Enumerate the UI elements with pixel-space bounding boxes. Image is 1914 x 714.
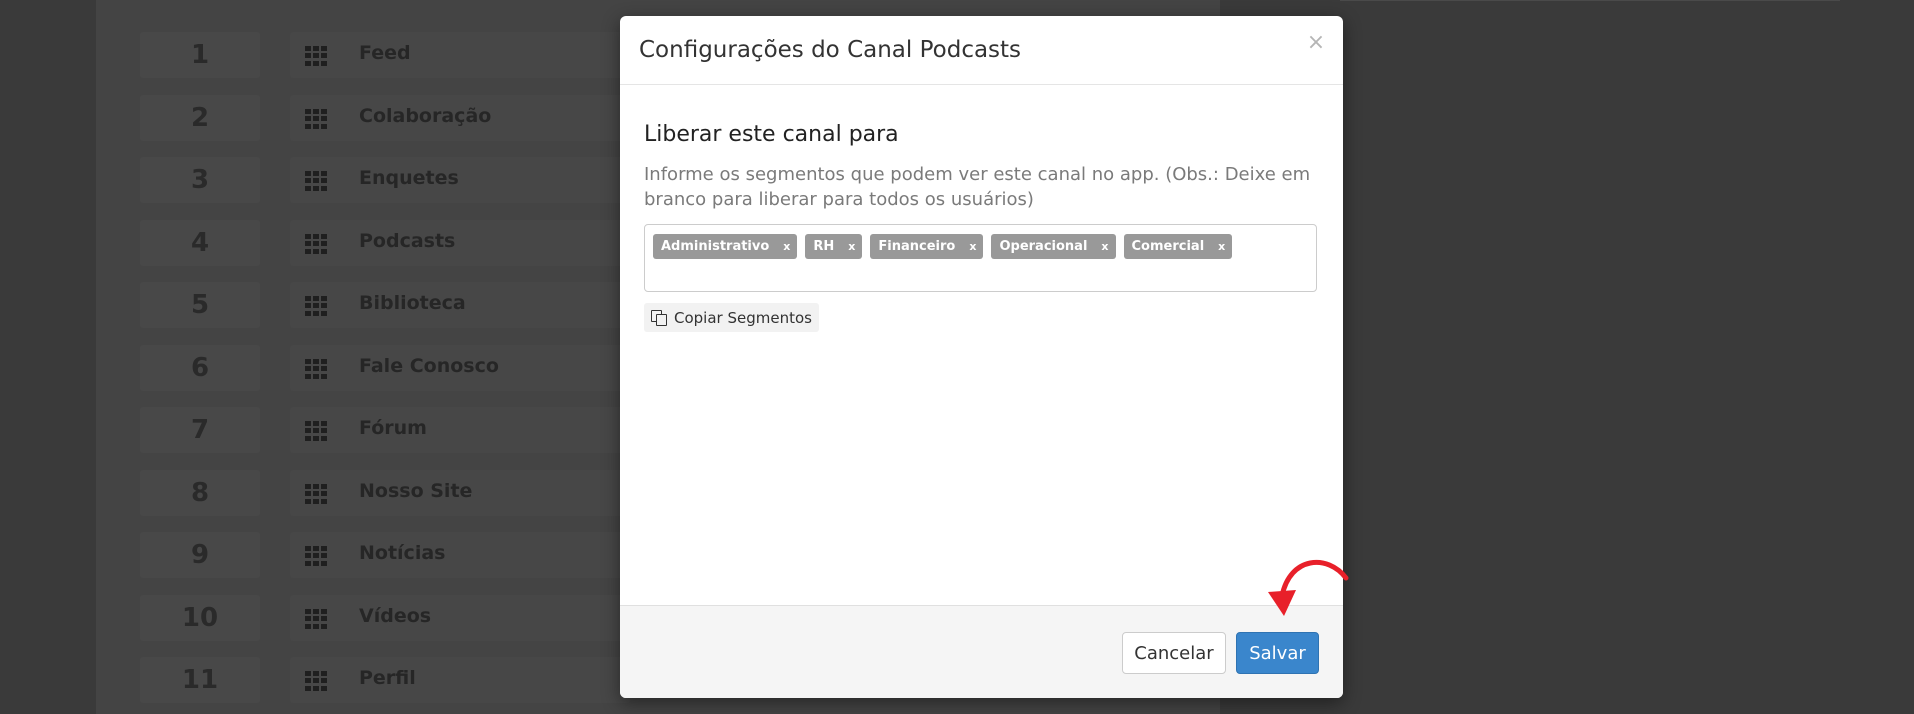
channel-name-cell	[290, 532, 630, 578]
channel-name: Nosso Site	[359, 480, 473, 502]
channel-order-number: 9	[140, 532, 260, 578]
grid-icon	[305, 609, 329, 629]
copy-segments-button[interactable]: Copiar Segmentos	[644, 303, 819, 332]
segment-tag-label: RH	[813, 239, 835, 254]
segment-tag: Comercial x	[1123, 234, 1233, 259]
modal-footer: Cancelar Salvar	[620, 605, 1343, 698]
channel-name-cell	[290, 32, 630, 78]
grid-icon	[305, 109, 329, 129]
copy-segments-label: Copiar Segmentos	[674, 308, 812, 327]
save-button[interactable]: Salvar	[1236, 632, 1319, 674]
grid-icon	[305, 234, 329, 254]
channel-name-cell	[290, 657, 630, 703]
background-divider	[1340, 0, 1840, 1]
grid-icon	[305, 296, 329, 316]
channel-name-cell	[290, 595, 630, 641]
grid-icon	[305, 421, 329, 441]
grid-icon	[305, 484, 329, 504]
grid-icon	[305, 359, 329, 379]
channel-name: Perfil	[359, 667, 416, 689]
channel-name: Feed	[359, 42, 411, 64]
channel-order-number: 8	[140, 470, 260, 516]
cancel-button[interactable]: Cancelar	[1122, 632, 1226, 674]
channel-name-cell	[290, 407, 630, 453]
channel-order-number: 2	[140, 95, 260, 141]
channel-order-number: 6	[140, 345, 260, 391]
channel-name: Enquetes	[359, 167, 459, 189]
remove-tag-icon[interactable]: x	[969, 240, 976, 253]
channel-order-number: 1	[140, 32, 260, 78]
segment-tag-label: Operacional	[999, 239, 1088, 254]
channel-name: Notícias	[359, 542, 446, 564]
channel-order-number: 4	[140, 220, 260, 266]
annotation-arrow-icon	[1268, 560, 1349, 616]
channel-settings-modal: Configurações do Canal Podcasts × Libera…	[620, 16, 1343, 698]
channel-name: Colaboração	[359, 105, 492, 127]
segment-tag: Operacional x	[991, 234, 1116, 259]
segment-tag-label: Comercial	[1131, 239, 1205, 254]
channel-order-number: 7	[140, 407, 260, 453]
remove-tag-icon[interactable]: x	[848, 240, 855, 253]
grid-icon	[305, 171, 329, 191]
grid-icon	[305, 671, 329, 691]
segments-input[interactable]: Administrativo x RH x Financeiro x Opera…	[644, 224, 1317, 292]
grid-icon	[305, 546, 329, 566]
segment-tag: Financeiro x	[870, 234, 984, 259]
close-icon[interactable]: ×	[1305, 32, 1327, 54]
remove-tag-icon[interactable]: x	[1218, 240, 1225, 253]
segment-tag-label: Administrativo	[661, 239, 770, 254]
channel-name-cell	[290, 157, 630, 203]
grid-icon	[305, 46, 329, 66]
segment-tag-label: Financeiro	[878, 239, 956, 254]
segment-tag: RH x	[805, 234, 863, 259]
modal-title: Configurações do Canal Podcasts	[639, 37, 1022, 63]
segment-tag-list: Administrativo x RH x Financeiro x Opera…	[653, 234, 1233, 259]
channel-order-number: 11	[140, 657, 260, 703]
copy-icon	[651, 310, 667, 326]
channel-name: Fale Conosco	[359, 355, 499, 377]
remove-tag-icon[interactable]: x	[783, 240, 790, 253]
channel-order-number: 3	[140, 157, 260, 203]
channel-name: Fórum	[359, 417, 427, 439]
channel-name: Biblioteca	[359, 292, 466, 314]
help-text: Informe os segmentos que podem ver este …	[644, 164, 1311, 210]
section-title: Liberar este canal para	[644, 122, 899, 147]
channel-name-cell	[290, 220, 630, 266]
channel-name: Vídeos	[359, 605, 432, 627]
channel-name: Podcasts	[359, 230, 456, 252]
remove-tag-icon[interactable]: x	[1101, 240, 1108, 253]
segment-tag: Administrativo x	[653, 234, 798, 259]
modal-header: Configurações do Canal Podcasts ×	[620, 16, 1343, 85]
channel-order-number: 5	[140, 282, 260, 328]
channel-order-number: 10	[140, 595, 260, 641]
